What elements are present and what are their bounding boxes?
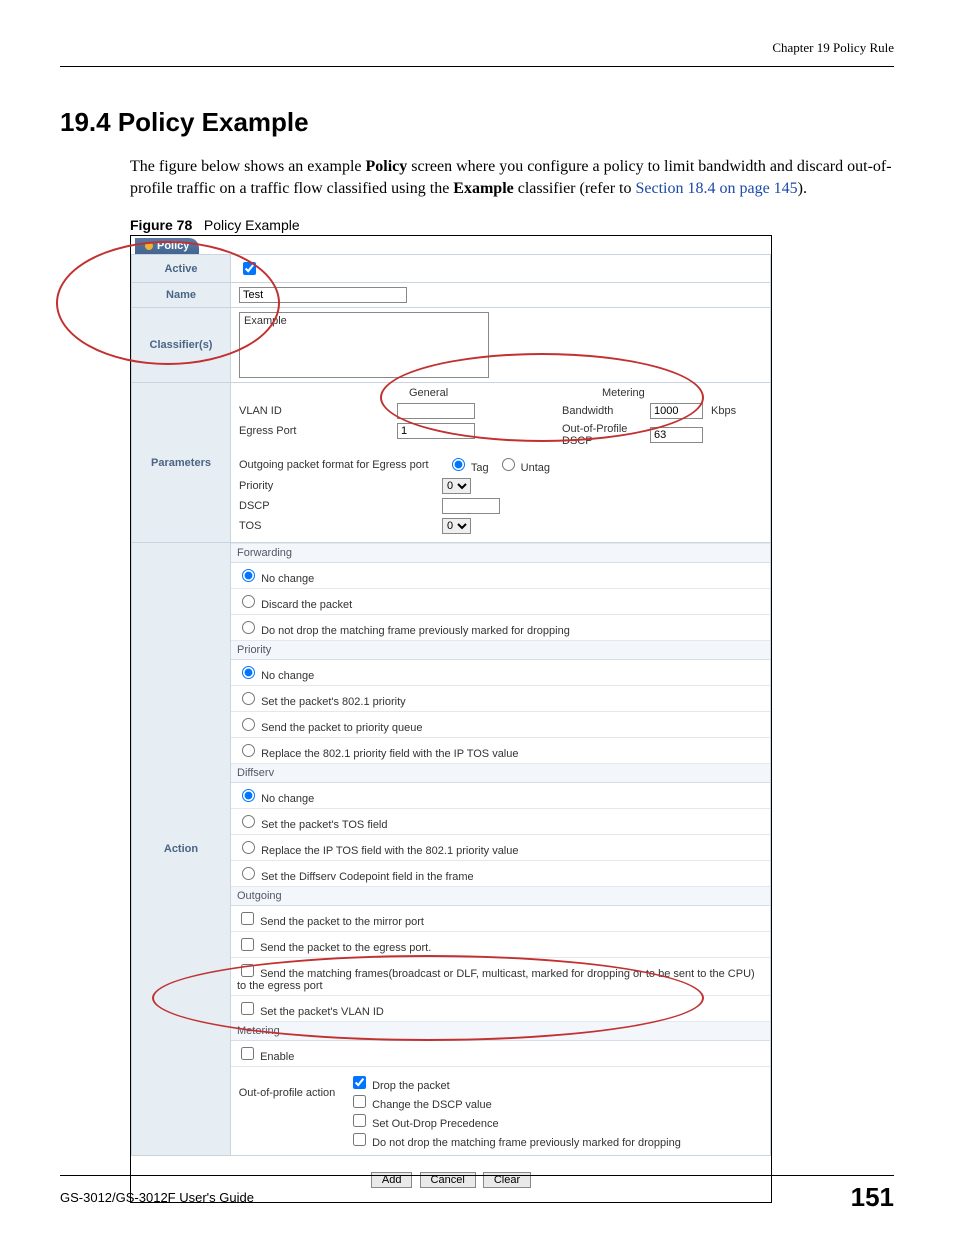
text: classifier (refer to [514, 180, 636, 197]
pri-replace[interactable]: Replace the 802.1 priority field with th… [237, 748, 519, 760]
forwarding-head: Forwarding [231, 544, 770, 563]
page-footer: GS-3012/GS-3012F User's Guide 151 [60, 1175, 894, 1213]
egress-port-input[interactable] [397, 423, 475, 439]
classifier-list[interactable]: Example [239, 312, 489, 378]
label-name: Name [132, 283, 231, 308]
text: The figure below shows an example [130, 158, 365, 175]
untag-radio-label[interactable]: Untag [497, 455, 550, 474]
untag-radio[interactable] [502, 458, 515, 471]
vlan-id-input[interactable] [397, 403, 475, 419]
pri-sendq[interactable]: Send the packet to priority queue [237, 722, 423, 734]
metering-head: Metering [602, 387, 762, 399]
label-classifiers: Classifier(s) [132, 308, 231, 383]
label-action: Action [132, 543, 231, 1156]
bandwidth-label: Bandwidth [562, 405, 642, 417]
priority-head: Priority [231, 641, 770, 660]
figure-label: Figure 78 [130, 217, 192, 233]
oop-dscp-input[interactable] [650, 427, 703, 443]
out-matching[interactable]: Send the matching frames(broadcast or DL… [237, 968, 755, 992]
ds-setcp[interactable]: Set the Diffserv Codepoint field in the … [237, 871, 474, 883]
text: ). [798, 180, 807, 197]
kbps-label: Kbps [711, 405, 736, 417]
diffserv-head: Diffserv [231, 764, 770, 783]
bold-example: Example [453, 180, 513, 197]
bold-policy: Policy [365, 158, 407, 175]
metering-action-head: Metering [231, 1022, 770, 1041]
met-enable[interactable]: Enable [237, 1051, 294, 1063]
outgoing-head: Outgoing [231, 887, 770, 906]
general-head: General [409, 387, 562, 399]
footer-page-number: 151 [851, 1182, 894, 1213]
pri-set8021[interactable]: Set the packet's 802.1 priority [237, 696, 406, 708]
priority-select[interactable]: 0 [442, 478, 471, 494]
out-mirror[interactable]: Send the packet to the mirror port [237, 916, 424, 928]
dscp-label: DSCP [239, 500, 434, 512]
header-rule [60, 66, 894, 67]
oop-nodrop[interactable]: Do not drop the matching frame previousl… [349, 1137, 681, 1149]
vlan-id-label: VLAN ID [239, 405, 389, 417]
footer-guide: GS-3012/GS-3012F User's Guide [60, 1190, 254, 1205]
oop-action-label: Out-of-profile action [237, 1073, 337, 1099]
active-checkbox[interactable] [243, 262, 256, 275]
fwd-discard[interactable]: Discard the packet [237, 599, 352, 611]
intro-paragraph: The figure below shows an example Policy… [130, 156, 894, 199]
label-parameters: Parameters [132, 383, 231, 543]
out-egress[interactable]: Send the packet to the egress port. [237, 942, 431, 954]
figure-title: Policy Example [204, 217, 300, 233]
figure-caption: Figure 78 Policy Example [130, 217, 894, 233]
figure-screenshot: Policy Active Name Classifier(s) [130, 235, 772, 1203]
ds-nochange[interactable]: No change [237, 793, 314, 805]
oop-dscp-label: Out-of-Profile DSCP [562, 423, 642, 447]
oop-change[interactable]: Change the DSCP value [349, 1099, 492, 1111]
priority-label: Priority [239, 480, 434, 492]
section-link[interactable]: Section 18.4 on page 145 [635, 180, 797, 197]
dscp-input[interactable] [442, 498, 500, 514]
pri-nochange[interactable]: No change [237, 670, 314, 682]
name-input[interactable] [239, 287, 407, 303]
fwd-nodrop[interactable]: Do not drop the matching frame previousl… [237, 625, 570, 637]
tag-radio-label[interactable]: Tag [447, 455, 489, 474]
tag-radio[interactable] [452, 458, 465, 471]
label-active: Active [132, 255, 231, 283]
ds-replaceip[interactable]: Replace the IP TOS field with the 802.1 … [237, 845, 519, 857]
bandwidth-input[interactable] [650, 403, 703, 419]
out-setvlan[interactable]: Set the packet's VLAN ID [237, 1006, 384, 1018]
policy-tab: Policy [135, 238, 199, 254]
fwd-nochange[interactable]: No change [237, 573, 314, 585]
oop-setprec[interactable]: Set Out-Drop Precedence [349, 1118, 499, 1130]
ds-settos[interactable]: Set the packet's TOS field [237, 819, 388, 831]
format-label: Outgoing packet format for Egress port [239, 459, 439, 471]
tos-select[interactable]: 0 [442, 518, 471, 534]
chapter-header: Chapter 19 Policy Rule [60, 40, 894, 56]
section-title: 19.4 Policy Example [60, 107, 894, 138]
tos-label: TOS [239, 520, 434, 532]
oop-drop[interactable]: Drop the packet [349, 1080, 450, 1092]
egress-port-label: Egress Port [239, 425, 389, 437]
